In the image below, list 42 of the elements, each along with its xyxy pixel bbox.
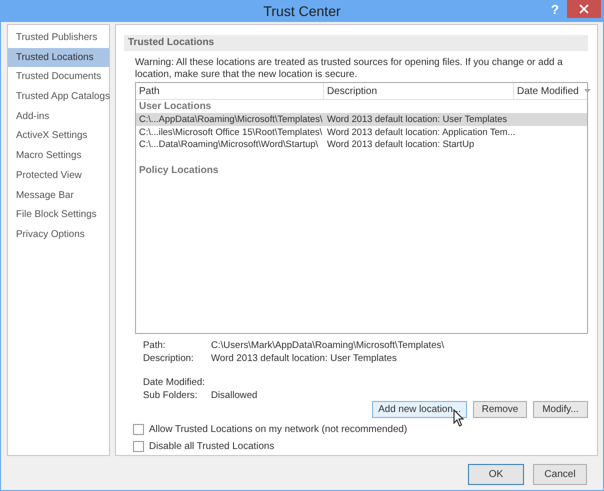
group-heading: User Locations bbox=[138, 100, 212, 113]
detail-label: Sub Folders: bbox=[143, 389, 198, 402]
column-header[interactable]: Description bbox=[324, 83, 514, 99]
sidebar-item[interactable]: Protected View bbox=[8, 166, 109, 186]
detail-label: Path: bbox=[143, 339, 166, 352]
sidebar-item[interactable]: Trusted Publishers bbox=[8, 28, 109, 48]
window-title: Trust Center bbox=[263, 3, 341, 19]
section-header: Trusted Locations bbox=[124, 35, 588, 51]
column-header[interactable]: Path bbox=[136, 83, 324, 99]
dialog-button[interactable]: OK bbox=[468, 464, 524, 485]
sidebar-item[interactable]: Trusted Locations bbox=[8, 48, 109, 68]
action-button[interactable]: Remove bbox=[473, 401, 527, 418]
warning-text: Warning: All these locations are treated as trusted sources for opening files. If you change or add a location, make sure that the new location is secure. bbox=[135, 57, 564, 81]
table-row[interactable]: C:\...iles\Microsoft Office 15\Root\Templates\ Word 2013 default location: Application Tem... bbox=[136, 126, 587, 138]
sidebar-item[interactable]: Macro Settings bbox=[8, 146, 109, 166]
path-cell-text: C:\...iles\Microsoft Office 15\Root\Templates\ bbox=[138, 126, 324, 138]
sidebar-item[interactable]: Trusted App Catalogs bbox=[8, 87, 109, 107]
path-cell-text: C:\...Data\Roaming\Microsoft\Word\Startup\ bbox=[138, 138, 320, 150]
detail-value: Word 2013 default location: User Templates bbox=[211, 352, 397, 365]
path-cell-text: C:\...AppData\Roaming\Microsoft\Templates\ bbox=[138, 113, 324, 126]
detail-label: Date Modified: bbox=[143, 376, 206, 389]
description-cell-text: Word 2013 default location: Application Tem... bbox=[326, 126, 514, 138]
sidebar-item[interactable]: Privacy Options bbox=[8, 224, 109, 245]
table-row[interactable]: C:\...Data\Roaming\Microsoft\Word\Startup\ Word 2013 default location: StartUp bbox=[136, 138, 587, 150]
table-row[interactable]: C:\...AppData\Roaming\Microsoft\Templates\ Word 2013 default location: User Templates bbox=[136, 113, 587, 126]
checkbox-label: Allow Trusted Locations on my network (not recommended) bbox=[149, 424, 408, 435]
detail-value: C:\Users\Mark\AppData\Roaming\Microsoft\Templates\ bbox=[211, 339, 444, 352]
sidebar-item[interactable]: File Block Settings bbox=[8, 205, 109, 225]
description-cell-text: Word 2013 default location: StartUp bbox=[326, 138, 476, 150]
action-button[interactable]: Modify... bbox=[533, 401, 588, 418]
sidebar-item[interactable]: Trusted Documents bbox=[8, 67, 109, 88]
sidebar-item[interactable]: ActiveX Settings bbox=[8, 126, 109, 146]
sidebar-item[interactable]: Message Bar bbox=[8, 186, 109, 206]
action-button[interactable]: Add new location... bbox=[372, 401, 467, 418]
column-header[interactable]: Date Modified bbox=[514, 83, 591, 99]
sidebar-item[interactable]: Add-ins bbox=[8, 106, 109, 126]
detail-label: Description: bbox=[143, 352, 195, 365]
dialog-button[interactable]: Cancel bbox=[533, 464, 587, 485]
description-cell-text: Word 2013 default location: User Templates bbox=[326, 113, 508, 126]
checkbox-label: Disable all Trusted Locations bbox=[149, 441, 274, 452]
group-heading: Policy Locations bbox=[138, 164, 220, 176]
detail-value: Disallowed bbox=[211, 389, 258, 402]
